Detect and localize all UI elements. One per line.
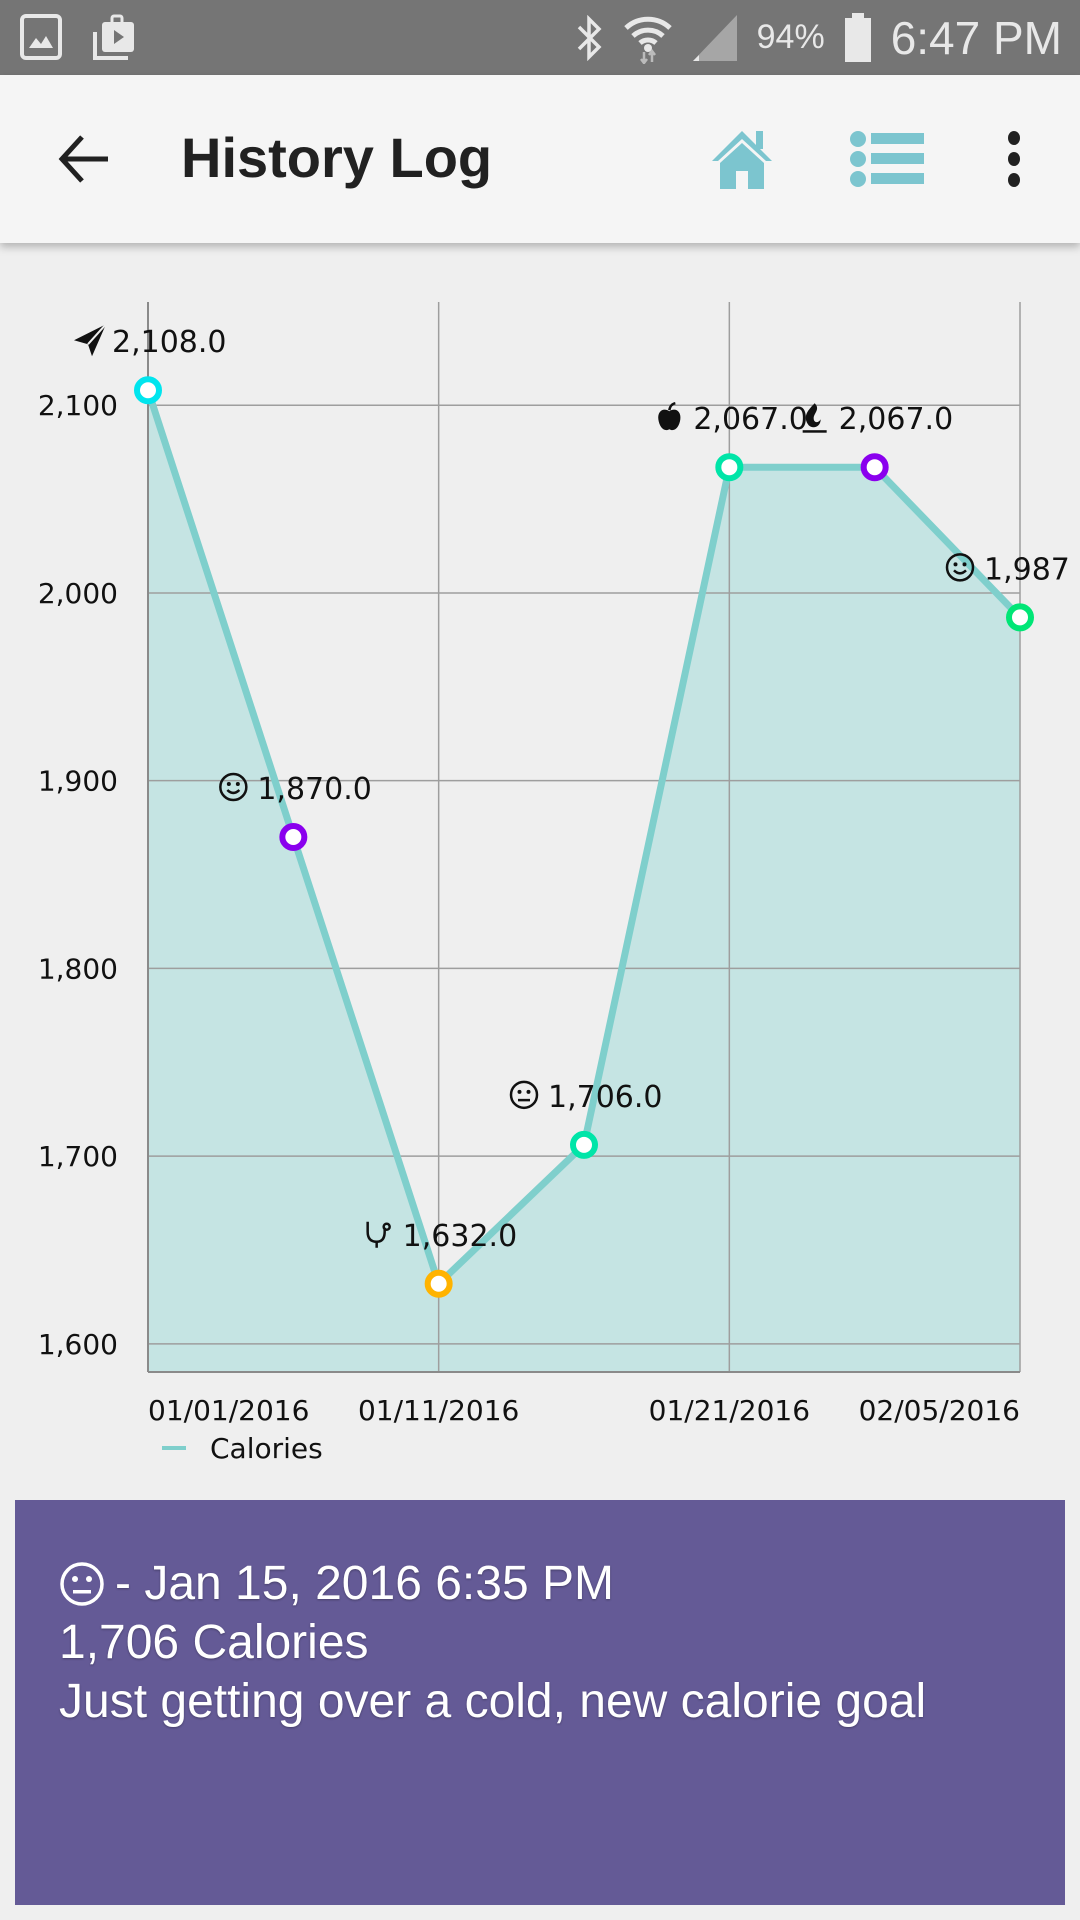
- more-vert-icon[interactable]: [1000, 131, 1028, 187]
- detail-note: Just getting over a cold, new calorie go…: [59, 1675, 927, 1728]
- neutral-face-icon: [509, 1080, 539, 1110]
- gallery-icon: [20, 14, 62, 60]
- data-label: 1,632.0: [403, 1219, 518, 1254]
- status-bar: 94% 6:47 PM: [0, 0, 1080, 75]
- paper-plane-icon: [74, 323, 107, 357]
- data-label: 2,067.0: [839, 402, 954, 437]
- data-point-marker[interactable]: [424, 1269, 453, 1298]
- y-tick-label: 1,600: [38, 1328, 118, 1361]
- detail-calories: 1,706 Calories: [59, 1616, 369, 1669]
- x-tick-label: 01/21/2016: [649, 1394, 810, 1427]
- data-point-marker[interactable]: [279, 823, 308, 851]
- data-point-marker[interactable]: [715, 453, 744, 482]
- x-tick-label: 01/11/2016: [358, 1394, 519, 1427]
- data-label: 1,987: [984, 552, 1070, 587]
- arrow-back-icon[interactable]: [56, 129, 116, 189]
- bluetooth-icon: [577, 14, 602, 61]
- data-label: 1,870.0: [257, 772, 372, 807]
- area-fill: [148, 390, 1020, 1372]
- battery-percent: 94%: [756, 18, 825, 56]
- detail-datetime: - Jan 15, 2016 6:35 PM: [115, 1557, 614, 1610]
- detail-header: - Jan 15, 2016 6:35 PM: [59, 1554, 1065, 1613]
- app-bar: History Log: [0, 75, 1080, 243]
- apple-icon: [658, 401, 681, 431]
- calorie-history-chart: 1,600 1,700 1,800 1,900 2,000 2,100 01/01/2016…: [0, 243, 1080, 1493]
- page-title: History Log: [181, 126, 493, 189]
- entry-detail-card[interactable]: - Jan 15, 2016 6:35 PM 1,706 Calories Ju…: [15, 1500, 1065, 1905]
- y-tick-label: 1,800: [38, 952, 118, 985]
- chart-svg[interactable]: 1,600 1,700 1,800 1,900 2,000 2,100 01/01/2016…: [0, 243, 1080, 1493]
- data-point-marker[interactable]: [1006, 603, 1034, 632]
- wifi-icon: [623, 16, 672, 64]
- data-label: 2,067.0: [693, 402, 808, 437]
- data-label: 1,706.0: [548, 1080, 663, 1115]
- media-share-icon: [93, 14, 134, 60]
- legend-label: Calories: [210, 1432, 323, 1465]
- y-tick-label: 2,100: [38, 389, 118, 422]
- data-label: 2,108.0: [112, 325, 227, 360]
- x-tick-label: 02/05/2016: [859, 1394, 1020, 1427]
- clock: 6:47 PM: [890, 11, 1062, 64]
- y-tick-label: 2,000: [38, 577, 118, 610]
- data-point-marker[interactable]: [860, 453, 889, 482]
- data-point-marker[interactable]: [570, 1130, 598, 1159]
- home-icon[interactable]: [710, 127, 774, 191]
- neutral-face-icon: [60, 1561, 104, 1606]
- y-tick-label: 1,700: [38, 1140, 118, 1173]
- data-point-marker[interactable]: [134, 376, 162, 405]
- x-tick-label: 01/01/2016: [148, 1394, 309, 1427]
- signal-icon: [692, 14, 737, 61]
- list-icon[interactable]: [850, 131, 924, 187]
- battery-icon: [844, 12, 871, 62]
- y-tick-label: 1,900: [38, 765, 118, 798]
